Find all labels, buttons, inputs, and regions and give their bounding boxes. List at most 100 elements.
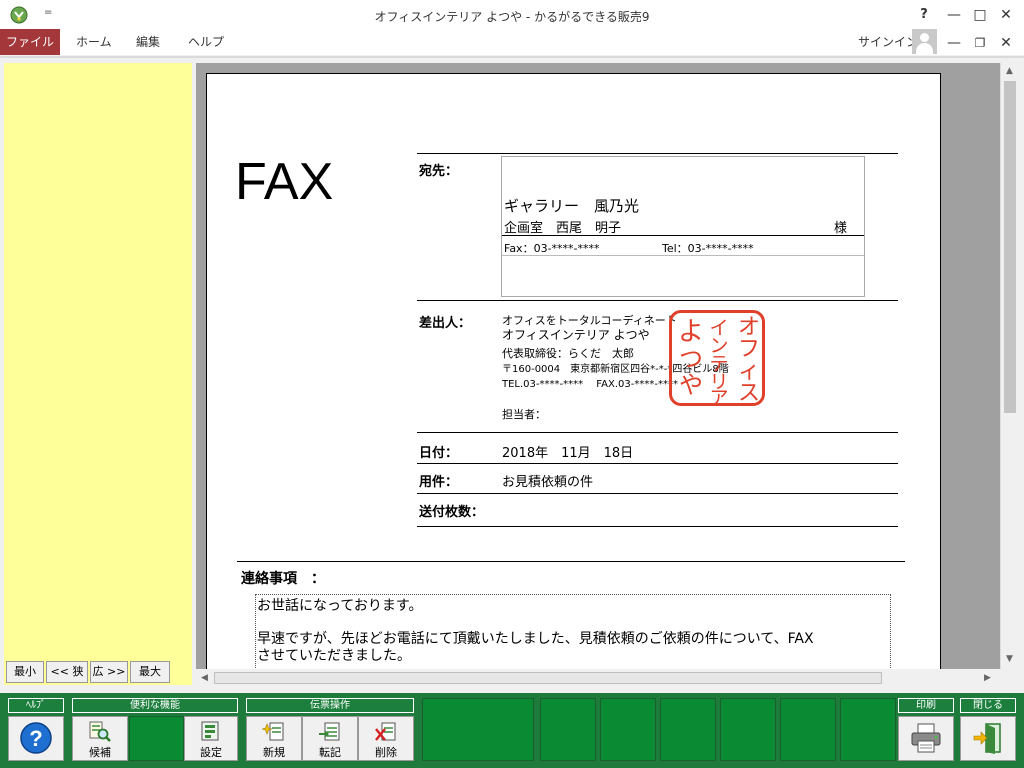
slip-operations-group-title: 伝票操作: [246, 698, 414, 713]
candidate-button[interactable]: 候補: [72, 716, 128, 761]
recipient-tel: Tel：03-****-****: [662, 242, 754, 255]
divider: [417, 432, 898, 433]
honorific: 様: [834, 221, 848, 236]
help-group-title: ﾍﾙﾌﾟ: [8, 698, 64, 713]
stamp-char: よ: [678, 317, 705, 347]
zoom-wide-button[interactable]: 広 >>: [90, 661, 128, 683]
stamp-char: つ: [679, 345, 703, 373]
divider: [417, 300, 898, 301]
printer-icon: [911, 723, 941, 753]
settings-label: 設定: [200, 746, 222, 759]
exit-door-icon: [973, 723, 1001, 754]
empty-slot: [600, 698, 656, 761]
divider: [502, 235, 864, 236]
left-side-panel: [4, 63, 192, 685]
convenience-group-title: 便利な機能: [72, 698, 238, 713]
exit-button[interactable]: [960, 716, 1016, 761]
doc-minimize-icon[interactable]: —: [944, 34, 964, 52]
company-seal-stamp: オ フ ィ ス イ ン テ リ ア よ つ や: [669, 310, 765, 409]
zoom-narrow-button[interactable]: << 狭: [46, 661, 88, 683]
horizontal-scrollbar[interactable]: ◀ ▶: [196, 669, 1000, 687]
date-value: 2018年 11月 18日: [502, 446, 634, 461]
zoom-max-button[interactable]: 最大: [130, 661, 170, 683]
print-group-title: 印刷: [898, 698, 954, 713]
divider: [417, 153, 898, 154]
transfer-label: 転記: [319, 746, 341, 759]
vertical-scrollbar[interactable]: ▲ ▼: [1000, 63, 1018, 669]
stamp-char: ス: [738, 381, 761, 406]
stamp-char: や: [679, 371, 703, 399]
settings-icon: [201, 721, 219, 741]
recipient-company: ギャラリー 風乃光: [504, 197, 640, 215]
doc-restore-icon[interactable]: ❐: [970, 34, 990, 52]
transfer-button[interactable]: 転記: [302, 716, 358, 761]
doc-close-icon[interactable]: ✕: [996, 34, 1016, 52]
window-title: オフィスインテリア よつや - かるがるできる販売9: [374, 10, 650, 24]
minimize-icon[interactable]: —: [944, 6, 964, 24]
close-icon[interactable]: ✕: [996, 6, 1016, 24]
sender-tel-fax: TEL.03-****-**** FAX.03-****-****: [502, 379, 678, 390]
empty-slot: [840, 698, 896, 761]
divider: [502, 255, 864, 256]
help-icon: ?: [20, 722, 52, 754]
divider: [417, 463, 898, 464]
divider: [0, 56, 1024, 58]
stamp-char: ィ: [738, 359, 761, 384]
delete-button[interactable]: 削除: [358, 716, 414, 761]
avatar[interactable]: [912, 29, 937, 54]
title-bar: = オフィスインテリア よつや - かるがるできる販売9 ? — □ ✕: [0, 0, 1024, 29]
tab-edit[interactable]: 編集: [136, 29, 160, 55]
subject-label: 用件：: [419, 475, 459, 490]
empty-slot: [660, 698, 716, 761]
settings-button[interactable]: 設定: [184, 716, 238, 761]
notes-line: させていただきました。: [257, 648, 411, 664]
delete-icon: [375, 722, 396, 741]
sender-representative: 代表取締役：らくだ 太郎: [502, 347, 634, 360]
from-label: 差出人：: [419, 316, 472, 331]
maximize-icon[interactable]: □: [970, 6, 990, 24]
candidate-label: 候補: [89, 746, 111, 759]
date-label: 日付：: [419, 446, 459, 461]
scroll-left-icon[interactable]: ◀: [201, 673, 208, 683]
zoom-min-button[interactable]: 最小: [6, 661, 44, 683]
print-button[interactable]: [898, 716, 954, 761]
divider: [417, 493, 898, 494]
transfer-icon: [319, 722, 340, 741]
delete-label: 削除: [375, 746, 397, 759]
stamp-char: フ: [738, 337, 761, 362]
menu-bar: ファイル ホーム 編集 ヘルプ サインイン — ❐ ✕: [0, 29, 1024, 55]
subject-value: お見積依頼の件: [502, 475, 594, 490]
tab-help[interactable]: ヘルプ: [188, 29, 224, 55]
candidate-search-icon: [89, 721, 111, 742]
scroll-up-icon[interactable]: ▲: [1006, 66, 1013, 76]
svg-text:?: ?: [29, 726, 42, 751]
signin-link[interactable]: サインイン: [858, 33, 918, 50]
empty-slot: [540, 698, 596, 761]
divider: [417, 526, 898, 527]
horizontal-scroll-thumb[interactable]: [214, 672, 882, 684]
tab-home[interactable]: ホーム: [76, 29, 112, 55]
empty-slot: [720, 698, 776, 761]
avatar-head-icon: [920, 33, 929, 42]
empty-slot: [780, 698, 836, 761]
to-label: 宛先：: [419, 164, 459, 179]
scroll-down-icon[interactable]: ▼: [1006, 654, 1013, 664]
sender-company: オフィスインテリア よつや: [502, 328, 650, 342]
divider: [237, 561, 905, 562]
fax-page: FAX 宛先： ギャラリー 風乃光 企画室 西尾 明子 様 Fax：03-***…: [206, 73, 941, 669]
tab-file[interactable]: ファイル: [0, 29, 60, 55]
empty-slot: [129, 716, 184, 761]
new-label: 新規: [263, 746, 285, 759]
scroll-right-icon[interactable]: ▶: [984, 673, 991, 683]
new-button[interactable]: 新規: [246, 716, 302, 761]
application-window: = オフィスインテリア よつや - かるがるできる販売9 ? — □ ✕ ファイ…: [0, 0, 1024, 768]
new-document-icon: [262, 722, 284, 741]
pages-label: 送付枚数：: [419, 505, 485, 520]
help-button-large[interactable]: ?: [8, 716, 64, 761]
help-button[interactable]: ?: [914, 6, 934, 24]
fax-title: FAX: [235, 153, 334, 211]
vertical-scroll-thumb[interactable]: [1004, 81, 1016, 413]
empty-slot: [422, 698, 534, 761]
close-group-title: 閉じる: [960, 698, 1016, 713]
person-in-charge: 担当者：: [502, 408, 546, 421]
